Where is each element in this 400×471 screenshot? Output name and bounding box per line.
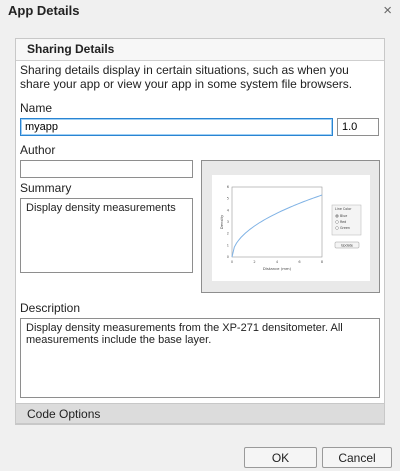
author-label: Author	[20, 143, 56, 157]
code-options-header[interactable]: Code Options	[15, 403, 385, 424]
app-preview: 0 2 4 6 8 0 1 2 3 4 5 6 Distance (mm) De…	[212, 175, 370, 281]
preview-option-label: Green	[340, 226, 350, 230]
preview-x-tick: 4	[276, 260, 279, 264]
name-label: Name	[20, 101, 53, 115]
preview-y-tick: 6	[227, 185, 229, 189]
app-screenshot[interactable]: 0 2 4 6 8 0 1 2 3 4 5 6 Distance (mm) De…	[201, 160, 380, 293]
preview-x-tick: 0	[231, 260, 233, 264]
preview-xlabel: Distance (mm)	[263, 266, 292, 271]
preview-y-tick: 3	[227, 220, 229, 224]
code-options-label: Code Options	[27, 407, 101, 421]
preview-y-tick: 1	[227, 243, 229, 247]
description-textarea[interactable]: Display density measurements from the XP…	[20, 318, 380, 398]
ok-button[interactable]: OK	[244, 447, 317, 468]
sharing-description: Sharing details display in certain situa…	[20, 63, 353, 91]
preview-x-tick: 2	[253, 260, 255, 264]
version-input[interactable]	[337, 118, 379, 136]
sharing-details-header[interactable]: Sharing Details	[16, 39, 384, 61]
preview-y-tick: 4	[227, 208, 230, 212]
summary-label: Summary	[20, 181, 72, 195]
preview-option-label: Red	[340, 220, 346, 224]
preview-panel-title: Line Color	[335, 207, 352, 211]
cancel-button[interactable]: Cancel	[322, 447, 392, 468]
preview-svg: 0 2 4 6 8 0 1 2 3 4 5 6 Distance (mm) De…	[219, 185, 362, 271]
preview-y-ticks: 0 1 2 3 4 5 6	[227, 185, 230, 259]
preview-y-tick: 2	[227, 232, 229, 236]
dialog-title: App Details	[8, 3, 80, 18]
preview-x-tick: 6	[298, 260, 300, 264]
name-input[interactable]	[20, 118, 333, 136]
description-label: Description	[20, 301, 81, 315]
preview-y-tick: 5	[227, 197, 229, 201]
preview-y-tick: 0	[227, 255, 229, 259]
preview-radio-icon	[335, 226, 339, 230]
preview-axes-box	[231, 186, 323, 258]
preview-update-label: Update	[341, 243, 353, 247]
preview-radio-dot-icon	[336, 215, 338, 217]
preview-option-label: Blue	[340, 214, 347, 218]
preview-radio-icon	[335, 220, 339, 224]
title-bar: App Details ×	[0, 0, 400, 22]
summary-textarea[interactable]: Display density measurements	[20, 198, 193, 273]
preview-x-ticks: 0 2 4 6 8	[231, 260, 323, 264]
preview-ylabel: Density	[219, 214, 224, 229]
author-input[interactable]	[20, 160, 193, 178]
preview-x-tick: 8	[321, 260, 323, 264]
sharing-details-title: Sharing Details	[27, 42, 115, 56]
close-icon[interactable]: ×	[383, 2, 392, 19]
